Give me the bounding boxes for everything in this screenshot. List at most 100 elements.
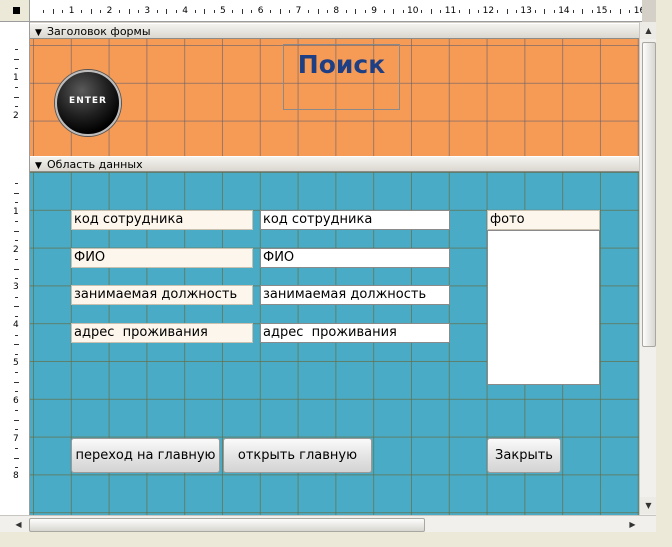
ruler-number: 12 <box>482 6 495 16</box>
scroll-down-icon[interactable]: ▼ <box>640 497 657 514</box>
ruler-number: 8 <box>13 471 19 482</box>
vertical-scrollbar[interactable]: ▲ ▼ <box>639 22 657 515</box>
ruler-number: 3 <box>13 282 19 293</box>
ruler-tick <box>156 9 158 13</box>
ruler-tick <box>13 306 19 308</box>
ruler-tick <box>421 9 423 13</box>
ruler-tick <box>14 183 18 185</box>
photo-frame[interactable] <box>487 230 600 385</box>
horizontal-scroll-thumb[interactable] <box>29 518 425 532</box>
ruler-tick <box>383 9 385 13</box>
form-title[interactable]: Поиск <box>283 44 400 110</box>
ruler-tick <box>14 429 18 431</box>
ruler-tick <box>100 9 102 13</box>
ruler-tick <box>364 9 366 13</box>
vertical-ruler[interactable]: 1 2 1 2 3 4 5 6 7 8 <box>0 22 30 515</box>
horizontal-ruler[interactable]: 12345678910111213141516 <box>30 0 642 22</box>
ruler-tick <box>241 8 243 14</box>
ruler-number: 7 <box>295 6 302 16</box>
ruler-tick <box>251 9 253 13</box>
field-employee-code[interactable]: код сотрудника <box>260 210 450 230</box>
ruler-tick <box>14 410 18 412</box>
ruler-number: 13 <box>520 6 532 16</box>
ruler-tick <box>14 391 18 393</box>
form-selector[interactable] <box>0 0 30 22</box>
ruler-tick <box>14 49 18 51</box>
ruler-number: 2 <box>106 6 113 16</box>
ruler-number: 7 <box>13 433 19 444</box>
horizontal-scrollbar[interactable]: ◀ ▶ <box>0 515 656 532</box>
ruler-tick <box>393 8 395 14</box>
go-main-button[interactable]: переход на главную <box>71 438 220 473</box>
ruler-number: 3 <box>144 6 151 16</box>
ruler-tick <box>430 8 432 14</box>
ruler-tick <box>52 8 54 14</box>
ruler-tick <box>13 58 19 60</box>
ruler-tick <box>13 230 19 232</box>
ruler-tick <box>572 9 574 13</box>
ruler-number: 1 <box>13 206 19 217</box>
ruler-number: 1 <box>13 72 19 83</box>
label-address[interactable]: адрес проживания <box>71 323 253 343</box>
ruler-tick <box>289 9 291 13</box>
ruler-tick <box>62 9 64 13</box>
ruler-tick <box>582 8 584 14</box>
ruler-tick <box>204 8 206 14</box>
scroll-right-icon[interactable]: ▶ <box>624 516 641 533</box>
ruler-tick <box>137 9 139 13</box>
field-position[interactable]: занимаемая должность <box>260 285 450 305</box>
ruler-tick <box>270 9 272 13</box>
scroll-up-icon[interactable]: ▲ <box>640 22 657 39</box>
detail-section-label: Область данных <box>47 158 143 171</box>
ruler-number: 6 <box>257 6 264 16</box>
ruler-tick <box>14 372 18 374</box>
form-header-section-bar[interactable]: ▼ Заголовок формы <box>30 23 639 39</box>
ruler-tick <box>166 8 168 14</box>
label-photo[interactable]: фото <box>487 210 600 230</box>
vertical-scroll-thumb[interactable] <box>642 42 656 347</box>
form-header-section-label: Заголовок формы <box>47 25 151 38</box>
close-button[interactable]: Закрыть <box>487 438 561 473</box>
ruler-tick <box>629 9 631 13</box>
field-address[interactable]: адрес проживания <box>260 323 450 343</box>
label-position[interactable]: занимаемая должность <box>71 285 253 305</box>
ruler-number: 6 <box>13 395 19 406</box>
scroll-left-icon[interactable]: ◀ <box>10 516 27 533</box>
ruler-tick <box>14 240 18 242</box>
enter-logo-icon[interactable]: ENTER <box>55 70 121 136</box>
ruler-tick <box>468 8 470 14</box>
ruler-number: 2 <box>13 244 19 255</box>
ruler-tick <box>402 9 404 13</box>
ruler-tick <box>610 9 612 13</box>
ruler-tick <box>13 419 19 421</box>
ruler-number: 5 <box>13 358 19 368</box>
ruler-tick <box>14 277 18 279</box>
open-main-button[interactable]: открыть главную <box>223 438 372 473</box>
ruler-number: 9 <box>371 6 377 16</box>
ruler-tick <box>14 353 18 355</box>
window-edge <box>656 0 672 532</box>
detail-section-bar[interactable]: ▼ Область данных <box>30 156 639 172</box>
ruler-tick <box>14 221 18 223</box>
ruler-tick <box>279 8 281 14</box>
ruler-number: 10 <box>407 6 419 16</box>
ruler-tick <box>175 9 177 13</box>
status-bar <box>0 532 672 547</box>
ruler-tick <box>14 106 18 108</box>
ruler-tick <box>619 8 621 14</box>
ruler-tick <box>591 9 593 13</box>
ruler-tick <box>534 9 536 13</box>
ruler-tick <box>90 8 92 14</box>
ruler-tick <box>43 9 45 13</box>
ruler-tick <box>515 9 517 13</box>
ruler-tick <box>14 87 18 89</box>
ruler-tick <box>553 9 555 13</box>
label-full-name[interactable]: ФИО <box>71 248 253 268</box>
ruler-number: 4 <box>13 320 19 331</box>
ruler-tick <box>13 457 19 459</box>
label-employee-code[interactable]: код сотрудника <box>71 210 253 230</box>
ruler-number: 5 <box>220 6 226 16</box>
ruler-tick <box>232 9 234 13</box>
field-full-name[interactable]: ФИО <box>260 248 450 268</box>
ruler-tick <box>497 9 499 13</box>
